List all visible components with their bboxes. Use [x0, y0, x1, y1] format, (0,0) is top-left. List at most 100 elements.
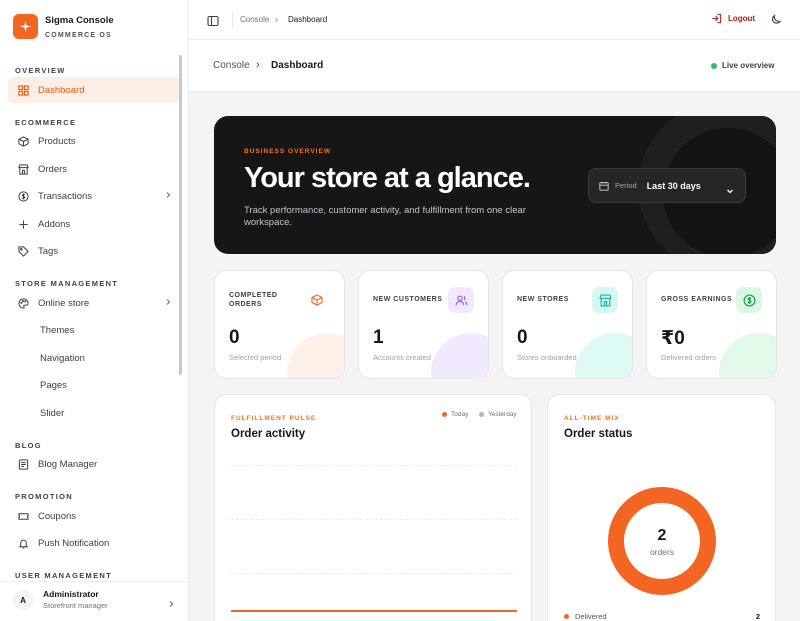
legend-today: Today: [442, 411, 468, 418]
chart-gridline: [231, 573, 517, 574]
chevron-down-icon: [726, 182, 734, 200]
brand-name: Sigma Console: [45, 14, 114, 26]
stat-value: 0: [229, 327, 240, 348]
stat-subtitle: Delivered orders: [661, 353, 717, 362]
box-icon: [304, 287, 330, 313]
card-eyebrow: ALL-TIME MIX: [564, 415, 620, 422]
cube-icon: [17, 135, 29, 147]
chart-series-line-today: [231, 610, 517, 612]
sidebar-toggle-icon[interactable]: [207, 14, 219, 32]
section-overview: OVERVIEW: [15, 66, 66, 75]
section-ecommerce: ECOMMERCE: [15, 118, 77, 127]
donut-total: 2: [657, 527, 667, 544]
legend-label: Yesterday: [488, 411, 517, 418]
sidebar-item-label: Transactions: [38, 190, 93, 202]
sidebar-item-coupons[interactable]: Coupons: [8, 503, 180, 529]
ticket-icon: [17, 510, 29, 522]
stat-subtitle: Accounts created: [373, 353, 431, 362]
period-select[interactable]: Period Last 30 days: [588, 168, 746, 203]
stat-card-new-customers: NEW CUSTOMERS 1 Accounts created: [358, 270, 489, 379]
sidebar-item-push-notification[interactable]: Push Notification: [8, 530, 180, 556]
stat-value: ₹0: [661, 328, 685, 349]
divider: [232, 12, 233, 28]
sidebar-item-label: Products: [38, 135, 76, 147]
logout-button[interactable]: Logout: [711, 13, 755, 24]
sidebar-item-label: Online store: [38, 297, 90, 309]
sidebar-subitem-themes[interactable]: Themes: [40, 325, 74, 336]
users-icon: [448, 287, 474, 313]
tag-icon: [17, 245, 29, 257]
top-bar: Console › Dashboard Logout: [189, 0, 800, 40]
logout-label: Logout: [728, 14, 756, 23]
calendar-icon: [599, 181, 609, 191]
logout-icon: [711, 13, 722, 24]
stat-value: 1: [373, 327, 384, 348]
card-title: Order activity: [231, 428, 306, 440]
chart-gridline: [231, 465, 517, 466]
sidebar-item-orders[interactable]: Orders: [8, 156, 180, 182]
section-store-management: STORE MANAGEMENT: [15, 279, 119, 288]
sidebar-item-transactions[interactable]: Transactions: [8, 183, 180, 209]
legend-label: Today: [451, 411, 469, 418]
moon-icon[interactable]: [770, 13, 782, 31]
stat-subtitle: Stores onboarded: [517, 353, 577, 362]
stat-value: 0: [517, 327, 528, 348]
sidebar-item-label: Blog Manager: [38, 458, 98, 470]
live-dot: [711, 62, 717, 69]
sidebar-item-blog-manager[interactable]: Blog Manager: [8, 451, 180, 477]
legend-dot: [442, 412, 447, 417]
decorative-blob: [719, 333, 776, 378]
sidebar-subitem-slider[interactable]: Slider: [40, 408, 64, 419]
legend-count: 2: [755, 612, 760, 621]
breadcrumb-console[interactable]: Console: [240, 15, 269, 24]
sidebar-subitem-navigation[interactable]: Navigation: [40, 353, 85, 364]
user-name: Administrator: [43, 589, 99, 599]
page-title: Dashboard: [271, 60, 324, 71]
legend-row-delivered: Delivered 2: [564, 612, 760, 621]
sidebar-item-tags[interactable]: Tags: [8, 238, 180, 264]
sidebar-item-label: Tags: [38, 245, 59, 257]
sidebar-item-addons[interactable]: Addons: [8, 211, 180, 237]
sidebar-item-online-store[interactable]: Online store: [8, 290, 180, 316]
decorative-blob: [575, 333, 632, 378]
stat-card-gross-earnings: GROSS EARNINGS ₹0 Delivered orders: [646, 270, 777, 379]
live-status-label: Live overview: [722, 61, 775, 70]
hero-eyebrow: BUSINESS OVERVIEW: [244, 148, 331, 155]
card-title: Order status: [564, 428, 633, 440]
sparkle-logo-icon: [13, 14, 38, 39]
decorative-blob: [431, 333, 488, 378]
dollar-icon: [736, 287, 762, 313]
palette-icon: [17, 297, 29, 309]
chevron-right-icon: [164, 191, 172, 202]
sidebar-item-label: Coupons: [38, 510, 77, 522]
dollar-circle-icon: [17, 190, 29, 202]
stat-label: COMPLETED ORDERS: [229, 292, 278, 308]
sidebar-item-label: Push Notification: [38, 537, 110, 549]
document-icon: [17, 458, 29, 470]
user-profile[interactable]: A Administrator Storefront manager: [0, 581, 188, 621]
sidebar-subitem-pages[interactable]: Pages: [40, 380, 67, 391]
bell-icon: [17, 537, 29, 549]
stat-card-completed-orders: COMPLETED ORDERS 0 Selected period: [214, 270, 345, 379]
hero-banner: BUSINESS OVERVIEW Your store at a glance…: [214, 116, 776, 254]
breadcrumb-console[interactable]: Console: [213, 60, 250, 71]
legend-dot: [564, 614, 569, 619]
sidebar-scrollbar[interactable]: [179, 55, 182, 375]
sidebar-item-label: Addons: [38, 218, 71, 230]
brand[interactable]: Sigma Console COMMERCE OS: [13, 14, 114, 39]
section-promotion: PROMOTION: [15, 492, 73, 501]
brand-subtitle: COMMERCE OS: [45, 31, 112, 39]
sidebar-item-products[interactable]: Products: [8, 128, 180, 154]
breadcrumb-separator: ›: [275, 14, 278, 24]
decorative-blob: [287, 333, 344, 378]
order-activity-card: FULFILLMENT PULSE Order activity Today Y…: [214, 394, 532, 621]
legend-yesterday: Yesterday: [479, 411, 517, 418]
sidebar-item-dashboard[interactable]: Dashboard: [8, 77, 180, 103]
sidebar-item-label: Dashboard: [38, 84, 85, 96]
stat-subtitle: Selected period: [229, 353, 282, 362]
grid-icon: [17, 84, 29, 96]
page-header: Console › Dashboard Live overview: [189, 40, 800, 92]
avatar: A: [13, 590, 33, 610]
sidebar-item-label: Orders: [38, 163, 68, 175]
storefront-icon: [17, 163, 29, 175]
